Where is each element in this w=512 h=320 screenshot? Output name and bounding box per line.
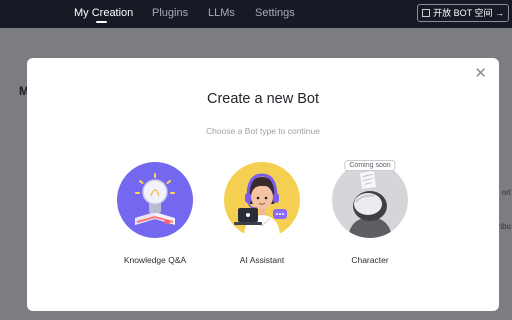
nav-tab-my-creation[interactable]: My Creation [74, 7, 133, 19]
top-nav-bar: My Creation Plugins LLMs Settings 开放 BOT… [0, 0, 512, 28]
assistant-headset-icon [224, 162, 300, 238]
nav-tab-llms[interactable]: LLMs [208, 7, 235, 19]
close-icon[interactable]: ✕ [474, 66, 487, 81]
option-ai-assistant[interactable]: AI Assistant [212, 162, 312, 265]
character-figure-icon [332, 162, 408, 238]
option-label: Character [351, 255, 389, 265]
option-label: AI Assistant [239, 255, 285, 265]
create-bot-dialog: ✕ Create a new Bot Choose a Bot type to … [27, 58, 499, 311]
active-tab-indicator [96, 21, 107, 23]
bg-text-fragment: ort [501, 188, 511, 197]
lightbulb-book-icon [117, 162, 193, 238]
bg-text-fragment: nbu [497, 222, 511, 231]
bot-space-icon [422, 9, 431, 17]
dialog-subtitle: Choose a Bot type to continue [206, 126, 320, 136]
nav-tab-plugins[interactable]: Plugins [152, 7, 188, 19]
coming-soon-badge: Coming soon [344, 160, 396, 171]
bot-space-link[interactable]: 开放 BOT 空间 → [417, 4, 509, 22]
option-label: Knowledge Q&A [123, 255, 187, 265]
bot-space-label: 开放 BOT 空间 → [433, 8, 504, 18]
nav-tab-settings[interactable]: Settings [255, 7, 295, 19]
option-character[interactable]: Coming soon Character [320, 160, 420, 265]
dialog-title: Create a new Bot [206, 91, 320, 107]
option-knowledge-qa[interactable]: Knowledge Q&A [105, 162, 205, 265]
